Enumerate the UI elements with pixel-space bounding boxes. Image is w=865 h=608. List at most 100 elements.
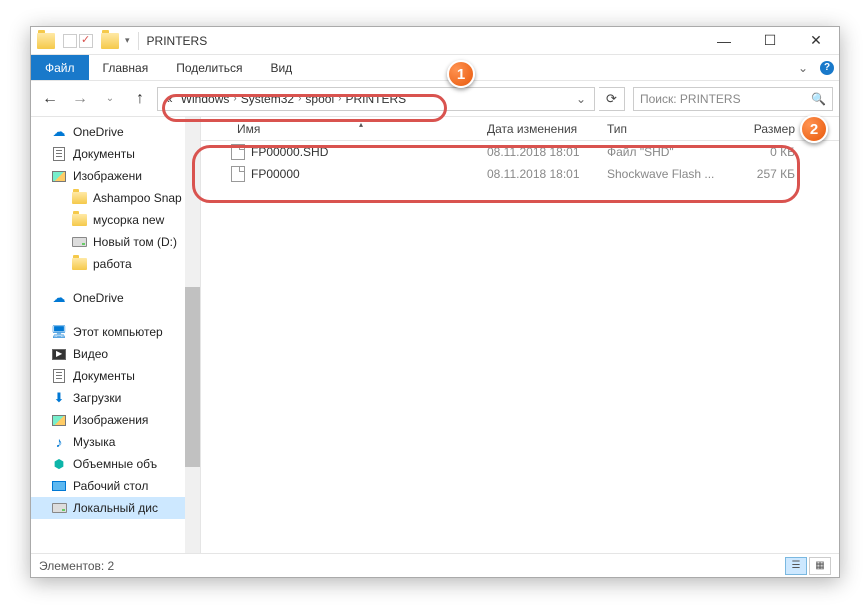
content-pane: Имя▴ Дата изменения Тип Размер FP00000.S… bbox=[201, 117, 839, 553]
status-text: Элементов: 2 bbox=[39, 559, 114, 573]
tree-item-downloads[interactable]: ⬇Загрузки bbox=[31, 387, 200, 409]
sort-indicator-icon: ▴ bbox=[359, 120, 363, 129]
view-switcher: ☰ ▦ bbox=[785, 557, 831, 575]
file-row[interactable]: FP00000.SHD 08.11.2018 18:01 Файл "SHD" … bbox=[201, 141, 839, 163]
address-bar[interactable]: « Windows › System32 › spool › PRINTERS … bbox=[157, 87, 595, 111]
tree-item-folder[interactable]: мусорка new bbox=[31, 209, 200, 231]
search-icon: 🔍 bbox=[811, 92, 826, 106]
tree-item-onedrive[interactable]: ☁OneDrive bbox=[31, 287, 200, 309]
tree-item-drive[interactable]: Новый том (D:) bbox=[31, 231, 200, 253]
help-button[interactable]: ? bbox=[815, 55, 839, 80]
titlebar: ▾ PRINTERS — ☐ ✕ bbox=[31, 27, 839, 55]
search-input[interactable]: Поиск: PRINTERS 🔍 bbox=[633, 87, 833, 111]
minimize-button[interactable]: — bbox=[701, 27, 747, 55]
folder-icon bbox=[71, 256, 87, 272]
desktop-icon bbox=[51, 478, 67, 494]
column-headers: Имя▴ Дата изменения Тип Размер bbox=[201, 117, 839, 141]
file-name: FP00000.SHD bbox=[251, 145, 328, 159]
file-list[interactable]: FP00000.SHD 08.11.2018 18:01 Файл "SHD" … bbox=[201, 141, 839, 553]
column-type[interactable]: Тип bbox=[601, 122, 721, 136]
tree-item-localdisk[interactable]: Локальный дис bbox=[31, 497, 200, 519]
tree-item-music[interactable]: ♪Музыка bbox=[31, 431, 200, 453]
tree-item-desktop[interactable]: Рабочий стол bbox=[31, 475, 200, 497]
tree-item-thispc[interactable]: 🖥Этот компьютер bbox=[31, 321, 200, 343]
scrollbar-thumb[interactable] bbox=[185, 287, 200, 467]
tree-item-folder[interactable]: Ashampoo Snap bbox=[31, 187, 200, 209]
tree-item-onedrive[interactable]: ☁OneDrive bbox=[31, 121, 200, 143]
explorer-window: ▾ PRINTERS — ☐ ✕ Файл Главная Поделиться… bbox=[30, 26, 840, 578]
document-icon bbox=[51, 368, 67, 384]
folder-icon bbox=[37, 33, 55, 49]
column-name[interactable]: Имя▴ bbox=[231, 122, 481, 136]
view-details-button[interactable]: ☰ bbox=[785, 557, 807, 575]
tab-share[interactable]: Поделиться bbox=[162, 55, 256, 80]
folder-icon bbox=[101, 33, 119, 49]
tree-item-pictures[interactable]: Изображени bbox=[31, 165, 200, 187]
file-type: Файл "SHD" bbox=[601, 145, 721, 159]
tab-file[interactable]: Файл bbox=[31, 55, 89, 80]
help-icon: ? bbox=[820, 61, 834, 75]
tree-item-folder[interactable]: работа bbox=[31, 253, 200, 275]
ribbon: Файл Главная Поделиться Вид ⌄ ? bbox=[31, 55, 839, 81]
titlebar-left: ▾ bbox=[31, 33, 130, 49]
close-button[interactable]: ✕ bbox=[793, 27, 839, 55]
qat-dropdown[interactable]: ▾ bbox=[125, 35, 130, 46]
status-bar: Элементов: 2 ☰ ▦ bbox=[31, 553, 839, 577]
file-size: 257 КБ bbox=[721, 167, 801, 181]
breadcrumb-segment[interactable]: Windows bbox=[177, 92, 234, 106]
breadcrumb-segment[interactable]: PRINTERS bbox=[341, 92, 410, 106]
column-date[interactable]: Дата изменения bbox=[481, 122, 601, 136]
back-button[interactable]: ← bbox=[37, 86, 63, 112]
tree-item-videos[interactable]: Видео bbox=[31, 343, 200, 365]
video-icon bbox=[51, 346, 67, 362]
folder-icon bbox=[71, 212, 87, 228]
cube-icon: ⬢ bbox=[51, 456, 67, 472]
up-button[interactable]: ↑ bbox=[127, 86, 153, 112]
tab-view[interactable]: Вид bbox=[256, 55, 306, 80]
file-icon bbox=[231, 166, 245, 182]
file-date: 08.11.2018 18:01 bbox=[481, 145, 601, 159]
qat-item-checked[interactable] bbox=[79, 34, 93, 48]
window-controls: — ☐ ✕ bbox=[701, 27, 839, 55]
forward-button[interactable]: → bbox=[67, 86, 93, 112]
file-name: FP00000 bbox=[251, 167, 300, 181]
download-icon: ⬇ bbox=[51, 390, 67, 406]
ribbon-expand[interactable]: ⌄ bbox=[791, 55, 815, 80]
tab-home[interactable]: Главная bbox=[89, 55, 163, 80]
qat-item[interactable] bbox=[63, 34, 77, 48]
breadcrumb-prefix: « bbox=[162, 92, 177, 106]
file-icon bbox=[231, 144, 245, 160]
search-placeholder: Поиск: PRINTERS bbox=[640, 92, 741, 106]
drive-icon bbox=[71, 234, 87, 250]
address-dropdown[interactable]: ⌄ bbox=[572, 92, 590, 106]
column-size[interactable]: Размер bbox=[721, 122, 801, 136]
divider bbox=[138, 32, 139, 50]
drive-icon bbox=[51, 500, 67, 516]
pc-icon: 🖥 bbox=[51, 324, 67, 340]
annotation-badge-2: 2 bbox=[800, 115, 828, 143]
navigation-tree[interactable]: ☁OneDrive Документы Изображени Ashampoo … bbox=[31, 117, 201, 553]
tree-item-documents[interactable]: Документы bbox=[31, 365, 200, 387]
maximize-button[interactable]: ☐ bbox=[747, 27, 793, 55]
window-title: PRINTERS bbox=[147, 34, 208, 48]
view-icons-button[interactable]: ▦ bbox=[809, 557, 831, 575]
annotation-badge-1: 1 bbox=[447, 60, 475, 88]
tree-item-documents[interactable]: Документы bbox=[31, 143, 200, 165]
recent-dropdown[interactable]: ⌄ bbox=[97, 86, 123, 112]
picture-icon bbox=[51, 168, 67, 184]
file-row[interactable]: FP00000 08.11.2018 18:01 Shockwave Flash… bbox=[201, 163, 839, 185]
file-type: Shockwave Flash ... bbox=[601, 167, 721, 181]
breadcrumb-segment[interactable]: System32 bbox=[237, 92, 298, 106]
refresh-button[interactable]: ⟳ bbox=[599, 87, 625, 111]
cloud-icon: ☁ bbox=[51, 290, 67, 306]
breadcrumb-segment[interactable]: spool bbox=[301, 92, 338, 106]
document-icon bbox=[51, 146, 67, 162]
tree-item-3dobjects[interactable]: ⬢Объемные объ bbox=[31, 453, 200, 475]
folder-icon bbox=[71, 190, 87, 206]
tree-item-pictures[interactable]: Изображения bbox=[31, 409, 200, 431]
cloud-icon: ☁ bbox=[51, 124, 67, 140]
body: ☁OneDrive Документы Изображени Ashampoo … bbox=[31, 117, 839, 553]
file-date: 08.11.2018 18:01 bbox=[481, 167, 601, 181]
music-icon: ♪ bbox=[51, 434, 67, 450]
quick-access-toolbar[interactable] bbox=[63, 34, 93, 48]
